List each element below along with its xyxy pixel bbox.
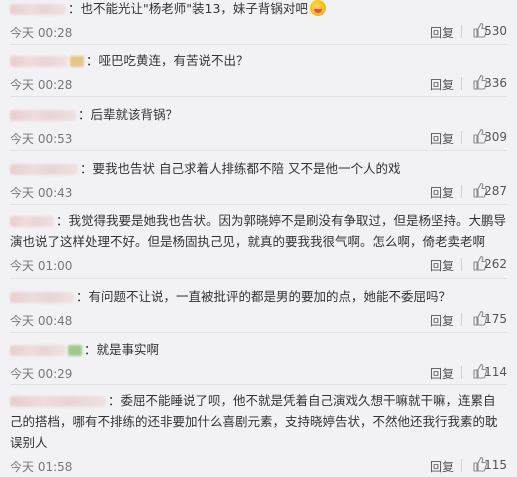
like-count: 262 bbox=[484, 257, 507, 271]
comment-text: 有问题不让说，一直被批评的都是男的要加的点，她能不委屈吗？ bbox=[88, 289, 452, 304]
comment-time: 今天 01:00 bbox=[10, 259, 73, 273]
reply-button[interactable]: 回复 bbox=[430, 257, 454, 274]
comment-item: ：也不能光让"杨老师"装13，妹子背锅对吧 今天 00:28 回复 530 bbox=[0, 0, 517, 43]
divider bbox=[10, 278, 507, 279]
username-blurred[interactable] bbox=[10, 396, 106, 407]
separator bbox=[461, 258, 462, 271]
like-count: 309 bbox=[484, 130, 507, 144]
comment-meta: 今天 01:00 回复 262 bbox=[10, 254, 517, 276]
comment-time: 今天 00:28 bbox=[10, 26, 73, 40]
divider bbox=[10, 150, 507, 151]
like-count: 115 bbox=[484, 458, 507, 472]
comment-time: 今天 00:43 bbox=[10, 186, 73, 200]
reply-button[interactable]: 回复 bbox=[430, 365, 454, 382]
reply-button[interactable]: 回复 bbox=[430, 184, 454, 201]
comment-item: ：委屈不能睡说了呗，他不就是凭着自己演戏久想干嘛就干嘛，连累自己的搭档，哪有不排… bbox=[0, 390, 517, 477]
like-count: 336 bbox=[484, 76, 507, 90]
comment-meta: 今天 00:29 回复 114 bbox=[10, 362, 517, 384]
comment-body: ：委屈不能睡说了呗，他不就是凭着自己演戏久想干嘛就干嘛，连累自己的搭档，哪有不排… bbox=[10, 393, 498, 450]
divider bbox=[10, 384, 507, 385]
comment-body: ：也不能光让"杨老师"装13，妹子背锅对吧 bbox=[10, 0, 517, 19]
comment-text: 哑巴吃黄连，有苦说不出？ bbox=[98, 53, 249, 68]
comment-time: 今天 00:48 bbox=[10, 314, 73, 328]
separator bbox=[461, 185, 462, 198]
comment-meta: 今天 00:43 回复 287 bbox=[10, 181, 517, 203]
user-badge-icon bbox=[70, 56, 84, 67]
like-count: 175 bbox=[484, 312, 507, 326]
comment-meta: 今天 00:53 回复 309 bbox=[10, 127, 517, 149]
comment-text: 也不能光让"杨老师"装13，妹子背锅对吧 bbox=[80, 1, 308, 16]
separator bbox=[461, 313, 462, 326]
comment-item: ：哑巴吃黄连，有苦说不出？ 今天 00:28 回复 336 bbox=[0, 50, 517, 95]
comment-meta: 今天 01:58 回复 115 bbox=[10, 455, 517, 477]
username-blurred[interactable] bbox=[10, 4, 66, 15]
comment-body: ：要我也告状 自己求着人排练都不陪 又不是他一个人的戏 bbox=[10, 158, 517, 179]
divider bbox=[10, 96, 507, 97]
comment-body: ：哑巴吃黄连，有苦说不出？ bbox=[10, 50, 517, 71]
comment-time: 今天 00:53 bbox=[10, 132, 73, 146]
comment-meta: 今天 00:28 回复 336 bbox=[10, 73, 517, 95]
comment-meta: 今天 00:48 回复 175 bbox=[10, 309, 517, 331]
comment-time: 今天 00:29 bbox=[10, 367, 73, 381]
comment-text: 就是事实啊 bbox=[96, 342, 160, 357]
reply-button[interactable]: 回复 bbox=[430, 24, 454, 41]
username-blurred[interactable] bbox=[10, 110, 76, 121]
username-blurred[interactable] bbox=[10, 345, 66, 356]
comment-time: 今天 00:28 bbox=[10, 78, 73, 92]
separator bbox=[461, 77, 462, 90]
divider bbox=[10, 44, 507, 45]
like-count: 530 bbox=[484, 24, 507, 38]
comment-item: ：有问题不让说，一直被批评的都是男的要加的点，她能不委屈吗？ 今天 00:48 … bbox=[0, 286, 517, 331]
username-blurred[interactable] bbox=[10, 164, 78, 175]
like-count: 114 bbox=[484, 365, 507, 379]
comment-item: ：后辈就该背锅？ 今天 00:53 回复 309 bbox=[0, 104, 517, 149]
comment-text: 我觉得我要是她我也告状。因为郭晓婷不是刷没有争取过，但是杨坚持。大鹏导演也说了这… bbox=[10, 213, 507, 249]
like-count: 287 bbox=[484, 184, 507, 198]
comment-list: ：也不能光让"杨老师"装13，妹子背锅对吧 今天 00:28 回复 530 ：哑… bbox=[0, 0, 517, 474]
laughing-emoji-icon bbox=[309, 0, 326, 16]
comment-item: ：我觉得我要是她我也告状。因为郭晓婷不是刷没有争取过，但是杨坚持。大鹏导演也说了… bbox=[0, 210, 517, 276]
comment-text: 后辈就该背锅？ bbox=[90, 107, 179, 122]
separator bbox=[461, 25, 462, 38]
separator bbox=[461, 131, 462, 144]
reply-button[interactable]: 回复 bbox=[430, 312, 454, 329]
reply-button[interactable]: 回复 bbox=[430, 130, 454, 147]
reply-button[interactable]: 回复 bbox=[430, 76, 454, 93]
comment-body: ：有问题不让说，一直被批评的都是男的要加的点，她能不委屈吗？ bbox=[10, 286, 517, 307]
divider bbox=[10, 332, 507, 333]
separator bbox=[461, 366, 462, 379]
comment-body: ：后辈就该背锅？ bbox=[10, 104, 517, 125]
divider bbox=[10, 204, 507, 205]
username-blurred[interactable] bbox=[10, 216, 54, 227]
comment-item: ：要我也告状 自己求着人排练都不陪 又不是他一个人的戏 今天 00:43 回复 … bbox=[0, 158, 517, 203]
comment-body: ：就是事实啊 bbox=[10, 339, 517, 360]
comment-item: ：就是事实啊 今天 00:29 回复 114 bbox=[0, 339, 517, 384]
username-blurred[interactable] bbox=[10, 56, 68, 67]
comment-meta: 今天 00:28 回复 530 bbox=[10, 21, 517, 43]
comment-text: 要我也告状 自己求着人排练都不陪 又不是他一个人的戏 bbox=[92, 161, 401, 176]
user-badge-icon bbox=[68, 345, 82, 356]
comment-body: ：我觉得我要是她我也告状。因为郭晓婷不是刷没有争取过，但是杨坚持。大鹏导演也说了… bbox=[10, 213, 507, 249]
username-blurred[interactable] bbox=[10, 292, 74, 303]
